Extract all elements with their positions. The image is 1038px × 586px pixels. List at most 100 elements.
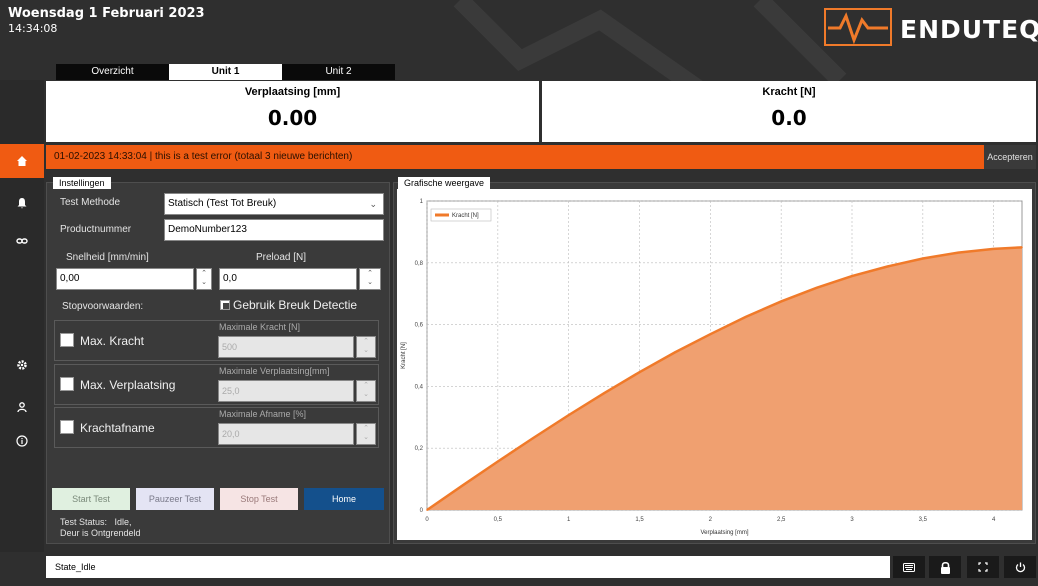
current-date: Woensdag 1 Februari 2023 [8,6,205,21]
data-point [957,251,960,254]
tab-overzicht[interactable]: Overzicht [56,64,169,80]
displacement-label: Verplaatsing [mm] [244,86,341,98]
product-number-input[interactable]: DemoNumber123 [164,219,384,241]
sidebar-item-info[interactable] [0,424,44,458]
keyboard-button[interactable] [893,556,925,578]
x-tick-label: 0,5 [494,517,503,523]
tab-unit-1[interactable]: Unit 1 [169,64,282,80]
tab-unit-2[interactable]: Unit 2 [282,64,395,80]
stop-conditions-label: Stopvoorwaarden: [62,301,144,312]
break-detection-checkbox[interactable] [220,300,230,310]
accept-button[interactable]: Accepteren [984,145,1036,169]
max-displacement-field-label: Maximale Verplaatsing[mm] [219,366,330,376]
x-tick-label: 1,5 [635,517,644,523]
max-displacement-checkbox[interactable] [60,377,74,391]
data-point [851,275,853,277]
data-point [780,300,782,303]
enduteq-logo-icon [824,8,892,46]
power-button[interactable] [1004,556,1036,578]
sidebar-item-notifications[interactable] [0,186,44,220]
user-icon [17,402,27,413]
data-point [603,392,605,394]
brand-name: ENDUTEQ [900,15,1038,44]
max-force-stepper[interactable]: ⌃ ⌄ [356,336,376,358]
fullscreen-button[interactable] [967,556,999,578]
chart-panel-title: Grafische weergave [398,177,491,189]
power-icon [1015,562,1025,572]
test-method-label: Test Methode [60,197,121,208]
y-tick-label: 0,2 [415,446,424,452]
max-force-input[interactable]: 500 [218,336,354,358]
chevron-down-icon: ⌄ [369,199,377,209]
displacement-value: 0.00 [267,106,318,130]
bell-icon [17,198,27,209]
pause-test-button[interactable]: Pauzeer Test [136,488,214,510]
y-axis-label: Kracht [N] [401,342,407,369]
max-force-checkbox[interactable] [60,333,74,347]
lock-icon [940,561,950,574]
test-method-value: Statisch (Test Tot Breuk) [168,198,277,209]
start-test-button[interactable]: Start Test [52,488,130,510]
speed-label: Snelheid [mm/min] [66,252,149,263]
data-point [461,484,464,487]
home-icon [17,156,27,166]
current-time: 14:34:08 [8,22,58,35]
force-readout: Kracht [N] 0.0 [542,81,1036,142]
max-displacement-label: Max. Verplaatsing [80,378,176,392]
force-decrease-stepper[interactable]: ⌃ ⌄ [356,423,376,445]
force-decrease-input[interactable]: 20,0 [218,423,354,445]
max-force-label: Max. Kracht [80,334,145,348]
product-number-label: Productnummer [60,224,132,235]
data-point [497,460,499,463]
x-tick-label: 3,5 [919,517,928,523]
data-point [922,257,924,260]
y-tick-label: 0,8 [415,261,424,267]
sidebar-item-home[interactable] [0,144,44,178]
data-point [709,333,712,335]
force-displacement-chart: 0 0,5 1 1,5 2 2,5 3 3,5 400,20,40,60,81Kracht [N… [397,189,1032,540]
preload-input[interactable]: 0,0 [219,268,357,290]
door-status-text: Deur is Ontgrendeld [60,528,141,538]
settings-title: Instellingen [53,177,111,189]
keyboard-icon [903,562,915,572]
max-displacement-stepper[interactable]: ⌃ ⌄ [356,380,376,402]
check-icon [223,303,229,309]
speed-input[interactable]: 0,00 [56,268,194,290]
preload-label: Preload [N] [256,252,307,263]
y-tick-label: 0,4 [415,384,424,390]
force-decrease-field-label: Maximale Afname [%] [219,409,307,419]
data-point [1021,246,1023,249]
force-value: 0.0 [771,106,807,130]
alert-banner: 01-02-2023 14:33:04 | this is a test err… [46,145,984,169]
sidebar-item-connection[interactable] [0,224,44,258]
test-status-text: Test Status: Idle, [60,517,132,527]
link-icon [16,238,28,244]
max-force-field-label: Maximale Kracht [N] [219,322,301,332]
status-bar-text: State_Idle [46,556,890,578]
stop-test-button[interactable]: Stop Test [220,488,298,510]
x-axis-label: Verplaatsing [mm] [700,530,748,536]
data-point [992,248,995,250]
force-decrease-checkbox[interactable] [60,420,74,434]
unit-tabs: Overzicht Unit 1 Unit 2 [56,64,395,80]
test-method-select[interactable]: Statisch (Test Tot Breuk) ⌄ [164,193,384,215]
speed-stepper[interactable]: ⌃ ⌄ [196,268,212,290]
preload-stepper[interactable]: ⌃ ⌄ [359,268,381,290]
sidebar [0,80,44,552]
y-tick-label: 0,6 [415,323,424,329]
lock-button[interactable] [929,556,961,578]
data-point [815,287,818,289]
data-point [674,351,676,354]
data-point [567,414,570,416]
legend-label: Kracht [N] [452,213,479,219]
x-tick-label: 2,5 [777,517,786,523]
sidebar-item-settings[interactable] [0,348,44,382]
gear-icon [17,360,27,370]
home-button[interactable]: Home [304,488,384,510]
force-decrease-label: Krachtafname [80,421,155,435]
data-point [426,509,428,511]
max-displacement-input[interactable]: 25,0 [218,380,354,402]
displacement-readout: Verplaatsing [mm] 0.00 [46,81,539,142]
data-point [886,265,889,268]
sidebar-item-user[interactable] [0,390,44,424]
